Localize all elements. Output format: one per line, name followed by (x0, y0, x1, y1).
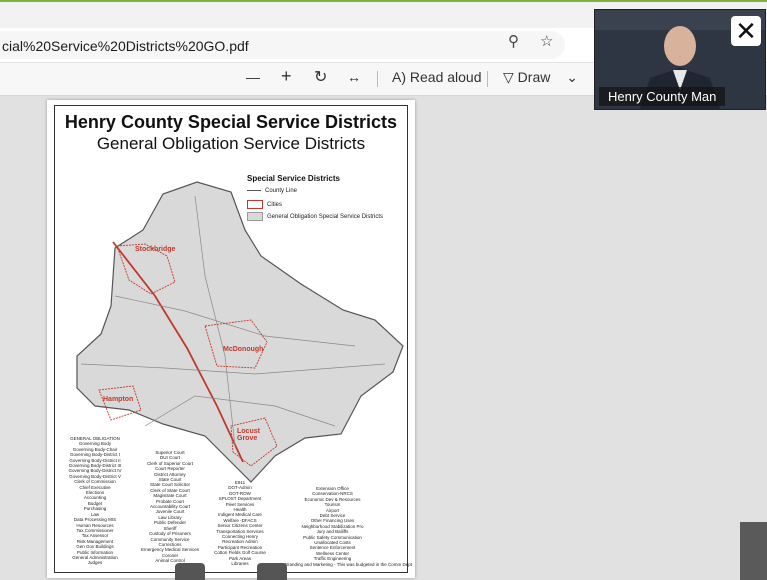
bottom-control-button[interactable] (175, 563, 205, 580)
city-label-mcdonough: McDonough (223, 346, 264, 353)
scrollbar-thumb[interactable] (740, 522, 767, 580)
star-icon[interactable]: ☆ (540, 32, 553, 50)
rotate-icon[interactable]: ↻ (314, 67, 327, 87)
line-swatch (247, 189, 261, 191)
city-label-stockbridge: Stockbridge (135, 246, 176, 253)
toolbar-divider (487, 71, 488, 87)
department-item: Branding and Marketing - This was budget… (285, 561, 412, 567)
close-video-button[interactable]: ✕ (731, 16, 761, 46)
bottom-control-button[interactable] (257, 563, 287, 580)
legend-item-county-line: County Line (247, 188, 297, 194)
url-field[interactable]: cial%20Service%20Districts%20GO.pdf (0, 31, 565, 59)
zoom-icon[interactable]: ⚲ (508, 32, 519, 50)
legend-item-cities: Cities (247, 200, 282, 209)
participant-name: Henry County Man (599, 87, 726, 106)
legend-title: Special Service Districts (247, 174, 340, 183)
department-list-4: Extension Office Conservation-NRCS Economi… (285, 486, 412, 567)
map-frame: Henry County Special Service Districts G… (54, 105, 412, 573)
department-list-3: E911 DOT-Admin DOT-ROW SPLOST Department Fle… (200, 480, 280, 567)
zoom-in-button[interactable]: + (281, 66, 292, 87)
toolbar-divider (377, 71, 378, 87)
city-label-hampton: Hampton (103, 396, 134, 403)
url-text[interactable]: cial%20Service%20Districts%20GO.pdf (2, 38, 249, 54)
department-list-1: GENERAL OBLIGATION Governing Body Governin… (55, 436, 135, 566)
read-aloud-button[interactable]: A) Read aloud (392, 69, 482, 85)
city-label-locust-grove: Locust Grove (237, 428, 260, 442)
read-aloud-icon: A) (392, 69, 406, 85)
department-item: Judges (87, 560, 103, 566)
city-swatch (247, 200, 263, 209)
draw-icon: ▽ (503, 69, 514, 85)
read-aloud-label: Read aloud (409, 69, 482, 85)
pdf-page: Henry County Special Service Districts G… (47, 100, 415, 578)
draw-button[interactable]: ▽ Draw ⌄ (503, 69, 578, 86)
department-list-2: Superior Court DUI Court Clerk of Superior… (130, 450, 210, 564)
legend-item-districts: General Obligation Special Service Distr… (247, 212, 383, 221)
draw-label: Draw (517, 69, 551, 85)
chevron-down-icon[interactable]: ⌄ (566, 69, 578, 85)
zoom-out-button[interactable]: — (246, 69, 260, 85)
department-item: Emergency Medical Services (140, 547, 200, 553)
video-feed[interactable]: ✕ Henry County Man (594, 9, 766, 110)
district-swatch (247, 212, 263, 221)
fit-page-icon[interactable]: ↔ (347, 69, 361, 85)
